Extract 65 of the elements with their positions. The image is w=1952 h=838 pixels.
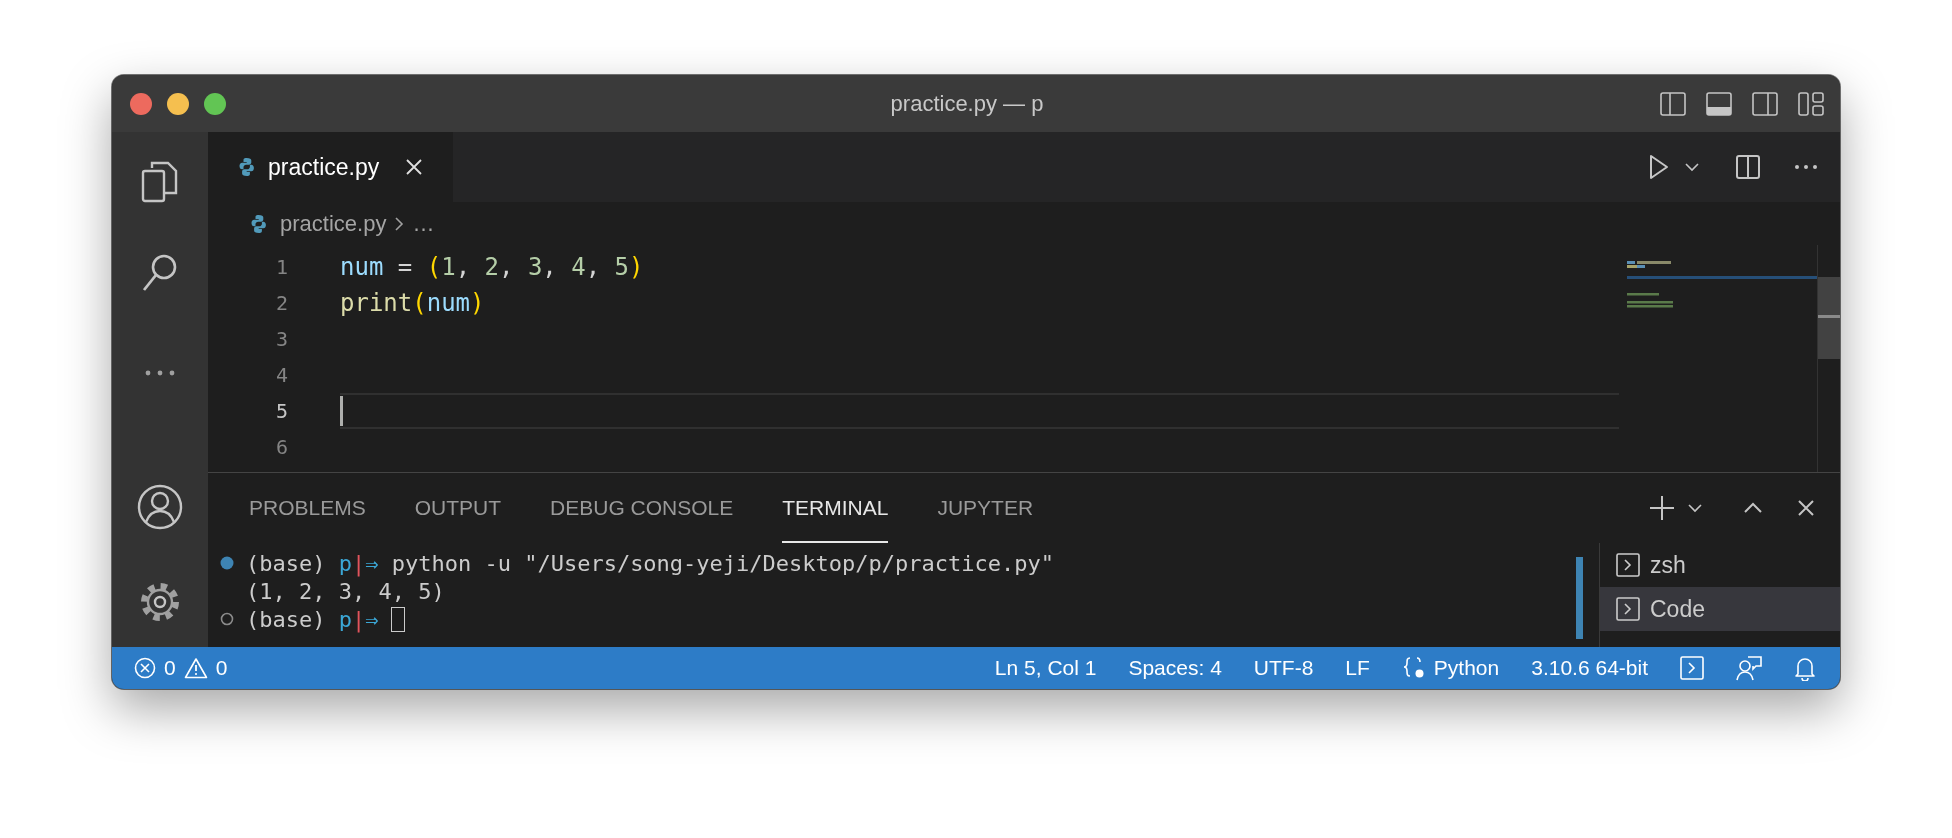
status-item[interactable]: 3.10.6 64-bit [1531, 656, 1648, 680]
minimize-window-icon[interactable] [167, 92, 189, 115]
primary-sidebar-layout-icon[interactable] [1660, 91, 1686, 116]
zoom-window-icon[interactable] [204, 92, 226, 115]
scrollbar[interactable] [1817, 245, 1840, 472]
chevron-up-icon[interactable] [1743, 502, 1763, 514]
line-number: 6 [274, 435, 288, 459]
code-line: print(num) [340, 289, 485, 317]
panel-tab[interactable]: PROBLEMS [249, 473, 366, 543]
close-icon[interactable] [1797, 499, 1815, 517]
line-number: 4 [274, 363, 288, 387]
text-cursor [340, 396, 343, 426]
code-line: num = (1, 2, 3, 4, 5) [340, 253, 644, 281]
warning-icon [183, 657, 208, 679]
status-dot-icon[interactable] [220, 556, 234, 570]
more-actions-icon[interactable] [1794, 164, 1818, 170]
problems-status[interactable]: 0 0 [134, 656, 228, 680]
terminal-line: (base) p|⇒ python -u "/Users/song-yeji/Desktop/p/practice.py" [246, 550, 1054, 576]
panel-tab[interactable]: OUTPUT [414, 473, 502, 543]
status-item[interactable]: Ln 5, Col 1 [994, 656, 1097, 680]
error-icon [134, 657, 156, 679]
panel-tab[interactable]: DEBUG CONSOLE [550, 473, 734, 543]
split-editor-icon[interactable] [1736, 155, 1760, 179]
line-number: 5 [274, 399, 288, 423]
breadcrumb-item[interactable]: … [412, 210, 435, 237]
terminal-session[interactable]: Code [1600, 587, 1840, 631]
close-window-icon[interactable] [130, 92, 152, 115]
account-icon[interactable] [136, 483, 184, 531]
python-icon [250, 213, 268, 234]
language-status[interactable]: Python [1401, 656, 1500, 680]
secondary-sidebar-layout-icon[interactable] [1752, 91, 1778, 116]
plus-icon[interactable] [1649, 495, 1675, 521]
panel-layout-icon[interactable] [1706, 91, 1732, 116]
terminal-icon [1616, 553, 1640, 577]
customize-layout-icon[interactable] [1798, 91, 1824, 116]
chevron-right-icon [394, 215, 405, 232]
braces-icon [1401, 656, 1426, 680]
panel-tab[interactable]: JUPYTER [937, 473, 1034, 543]
bell-icon[interactable] [1794, 655, 1816, 681]
status-item[interactable]: UTF-8 [1253, 656, 1314, 680]
status-circle-icon[interactable] [220, 612, 234, 626]
feedback-icon[interactable] [1736, 655, 1762, 681]
breadcrumb-item[interactable]: practice.py [280, 210, 387, 237]
terminal-line: (base) p|⇒ [246, 606, 379, 632]
editor-tab[interactable]: practice.py [208, 132, 454, 202]
terminal-icon[interactable] [1680, 656, 1704, 680]
scrollbar-thumb[interactable] [1818, 277, 1840, 359]
chevron-down-icon[interactable] [1687, 503, 1703, 513]
terminal-line: (1, 2, 3, 4, 5) [246, 578, 445, 604]
scrollbar-thumb[interactable] [1576, 557, 1583, 639]
status-item[interactable]: Spaces: 4 [1128, 656, 1222, 680]
run-icon[interactable] [1648, 154, 1670, 180]
line-number: 1 [274, 255, 288, 279]
window-title: practice.py — p [889, 90, 1045, 117]
status-item[interactable]: LF [1345, 656, 1370, 680]
panel-tab[interactable]: TERMINAL [782, 473, 889, 543]
line-number: 2 [274, 291, 288, 315]
line-number: 3 [274, 327, 288, 351]
chevron-down-icon[interactable] [1684, 162, 1700, 172]
terminal[interactable]: (base) p|⇒ python -u "/Users/song-yeji/Desktop/p/practice.py" (1, 2, 3, 4, 5) (base) p|⇒ [208, 543, 1576, 647]
terminal-icon [1616, 597, 1640, 621]
files-icon[interactable] [140, 160, 180, 204]
close-icon[interactable] [405, 158, 424, 176]
terminal-session[interactable]: zsh [1600, 543, 1840, 587]
python-icon [238, 157, 256, 177]
